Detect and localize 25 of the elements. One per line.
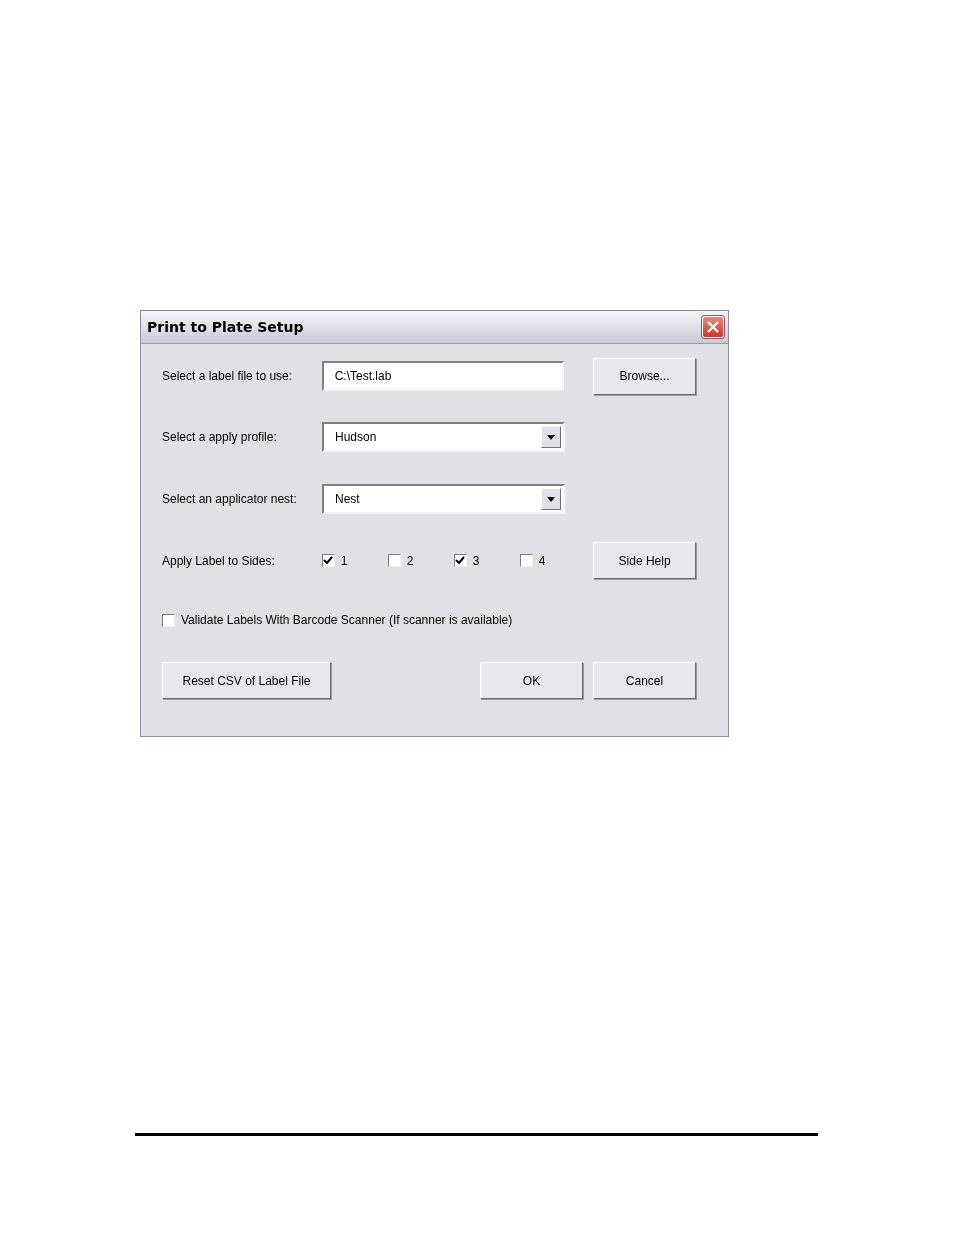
ok-button[interactable]: OK bbox=[480, 662, 583, 699]
side-help-button[interactable]: Side Help bbox=[593, 542, 696, 579]
checkbox[interactable] bbox=[519, 554, 533, 567]
checkbox[interactable] bbox=[453, 554, 467, 567]
checkbox[interactable] bbox=[321, 554, 335, 567]
dropdown-field[interactable]: Nest bbox=[322, 484, 565, 514]
sides-label: Apply Label to Sides: bbox=[162, 553, 276, 568]
checkbox-label: Validate Labels With Barcode Scanner (If scanner is available) bbox=[181, 613, 513, 627]
checkbox[interactable] bbox=[162, 613, 175, 627]
cancel-button[interactable]: Cancel bbox=[593, 662, 696, 699]
close-button[interactable] bbox=[702, 316, 724, 338]
field-label: Select a label file to use: bbox=[162, 369, 294, 383]
reset-csv-button[interactable]: Reset CSV of Label File bbox=[162, 662, 331, 699]
dropdown-field[interactable]: Hudson bbox=[322, 422, 565, 452]
browse-button[interactable]: Browse... bbox=[593, 357, 696, 395]
file-path-field[interactable]: C:\Test.lab bbox=[321, 361, 565, 391]
close-icon bbox=[706, 320, 720, 334]
window-title: Print to Plate Setup bbox=[147, 319, 304, 335]
checkbox-label: 2 bbox=[406, 553, 414, 568]
checkbox-label: 4 bbox=[538, 553, 546, 568]
checkbox[interactable] bbox=[387, 554, 401, 567]
field-label: Select a apply profile: bbox=[162, 430, 278, 444]
checkbox-label: 1 bbox=[340, 553, 348, 568]
field-label: Select an applicator nest: bbox=[162, 492, 298, 506]
checkbox-label: 3 bbox=[472, 553, 480, 568]
